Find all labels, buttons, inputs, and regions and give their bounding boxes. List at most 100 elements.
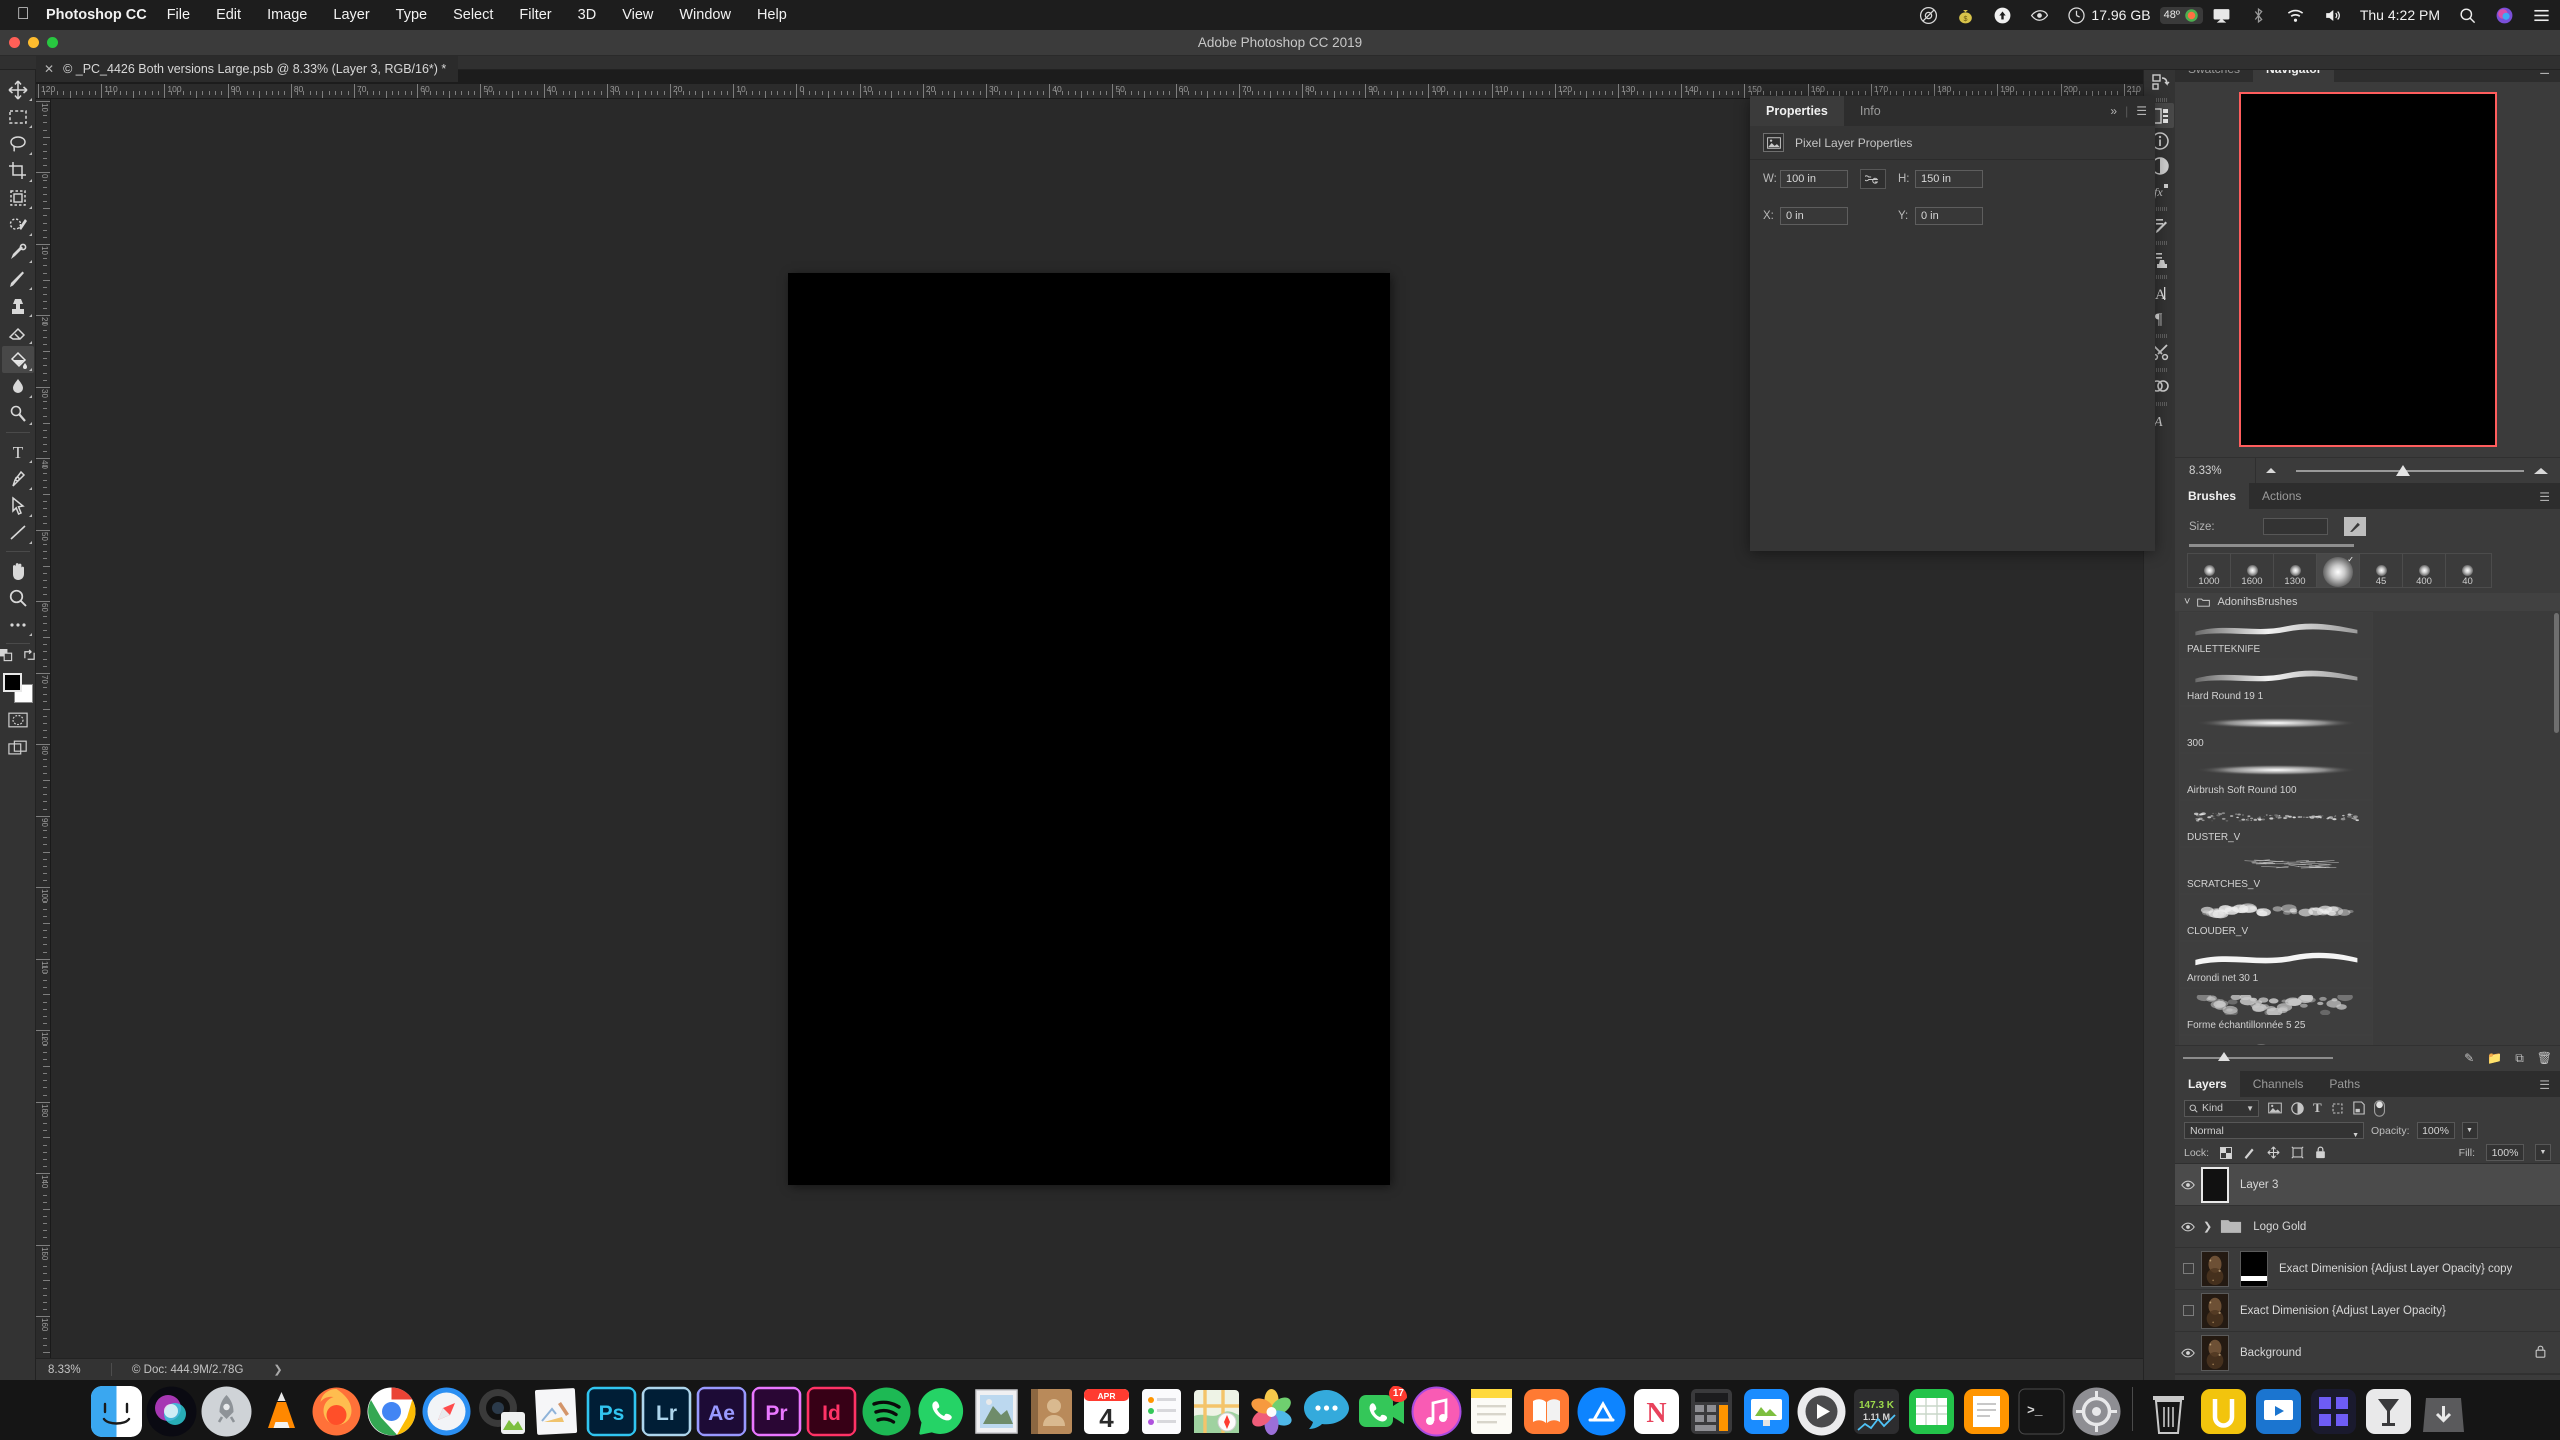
line-tool[interactable]	[2, 519, 34, 546]
dock-item-numbers[interactable]	[1906, 1386, 1957, 1437]
duplicate-icon[interactable]: ⧉	[2515, 1051, 2524, 1066]
x-input[interactable]: 0 in	[1780, 207, 1848, 225]
dock-item-downloads[interactable]	[2418, 1386, 2469, 1437]
panel-menu-icon[interactable]: ☰	[2539, 1078, 2550, 1092]
tab-actions[interactable]: Actions	[2249, 483, 2314, 509]
tool-flyout-corner[interactable]	[29, 395, 32, 398]
layer-name[interactable]: Layer 3	[2240, 1179, 2278, 1191]
dock-item-grid-app[interactable]	[2308, 1386, 2359, 1437]
tool-flyout-corner[interactable]	[29, 368, 32, 371]
dock-item-facetime[interactable]: 17	[1356, 1386, 1407, 1437]
layer-row[interactable]: Exact Dimenision {Adjust Layer Opacity} …	[2175, 1248, 2560, 1290]
dock-item-quicktime[interactable]	[1796, 1386, 1847, 1437]
tool-flyout-corner[interactable]	[29, 233, 32, 236]
spotlight-search-icon[interactable]	[2449, 6, 2486, 25]
filter-shape-icon[interactable]	[2331, 1102, 2344, 1115]
filter-kind-select[interactable]: Kind ▼	[2184, 1100, 2259, 1117]
tab-layers[interactable]: Layers	[2175, 1071, 2240, 1097]
blur-tool[interactable]	[2, 373, 34, 400]
brush-size-slider[interactable]	[2189, 544, 2354, 547]
lock-all-icon[interactable]	[2315, 1146, 2326, 1159]
dock-item-news[interactable]: N	[1631, 1386, 1682, 1437]
tool-flyout-corner[interactable]	[29, 541, 32, 544]
brush-list-item[interactable]: Arrondi net 30 1	[2179, 941, 2373, 988]
tool-flyout-corner[interactable]	[29, 179, 32, 182]
brush-list-item[interactable]: CLOUDER_V	[2179, 894, 2373, 941]
tab-info[interactable]: Info	[1844, 96, 1897, 126]
hand-tool[interactable]	[2, 557, 34, 584]
layer-thumbnail[interactable]	[2201, 1293, 2229, 1329]
menu-item-3d[interactable]: 3D	[565, 7, 610, 23]
foreground-color-swatch[interactable]	[3, 673, 22, 692]
dock-item-photos[interactable]	[1246, 1386, 1297, 1437]
vertical-ruler[interactable]: 1001020304050607080901001101201301401501…	[36, 99, 51, 1418]
zoom-out-icon[interactable]	[2256, 468, 2286, 473]
filter-smart-object-icon[interactable]	[2353, 1101, 2365, 1115]
swap-colors-icon[interactable]	[23, 649, 36, 667]
type-tool[interactable]: T	[2, 438, 34, 465]
dock-item-camera-raw[interactable]	[476, 1386, 527, 1437]
tool-flyout-corner[interactable]	[29, 98, 32, 101]
layer-mask-thumbnail[interactable]	[2240, 1251, 2268, 1287]
disk-usage-icon[interactable]: 17.96 GB	[2058, 6, 2159, 25]
tool-flyout-corner[interactable]	[29, 460, 32, 463]
brush-preset[interactable]: 400	[2403, 554, 2446, 587]
dock-item-contacts[interactable]	[1026, 1386, 1077, 1437]
tool-flyout-corner[interactable]	[29, 314, 32, 317]
brush-list-item[interactable]: Airbrush Soft Round 100	[2179, 753, 2373, 800]
layer-list[interactable]: Layer 3❯Logo GoldExact Dimenision {Adjus…	[2175, 1164, 2560, 1374]
apple-icon[interactable]: 	[0, 5, 46, 25]
brush-list-item[interactable]: 300	[2179, 706, 2373, 753]
brush-list-item[interactable]: DUSTER_V	[2179, 800, 2373, 847]
dock-item-mail[interactable]	[971, 1386, 1022, 1437]
dock-item-maps[interactable]	[1191, 1386, 1242, 1437]
layer-visibility-toggle[interactable]	[2175, 1263, 2201, 1274]
tab-brushes[interactable]: Brushes	[2175, 483, 2249, 509]
layer-thumbnail[interactable]	[2201, 1167, 2229, 1203]
lock-transparent-pixels-icon[interactable]	[2220, 1147, 2232, 1159]
menu-item-help[interactable]: Help	[744, 7, 800, 23]
history-icon[interactable]	[2146, 69, 2174, 94]
double-chevron-icon[interactable]: »	[2110, 104, 2117, 118]
menu-item-select[interactable]: Select	[440, 7, 506, 23]
brush-preset[interactable]: 1000	[2188, 554, 2231, 587]
layer-visibility-checkbox[interactable]	[2183, 1263, 2194, 1274]
move-tool[interactable]	[2, 76, 34, 103]
chevron-down-icon[interactable]: ▼	[2246, 1104, 2254, 1113]
tool-flyout-corner[interactable]	[29, 206, 32, 209]
brush-footer-slider-knob[interactable]	[2218, 1052, 2230, 1061]
layer-row[interactable]: Exact Dimenision {Adjust Layer Opacity}	[2175, 1290, 2560, 1332]
dock-item-safari[interactable]	[421, 1386, 472, 1437]
wifi-icon[interactable]	[2277, 6, 2314, 25]
menu-item-image[interactable]: Image	[254, 7, 320, 23]
tool-flyout-corner[interactable]	[29, 287, 32, 290]
menu-item-window[interactable]: Window	[666, 7, 744, 23]
brush-preset[interactable]: 40	[2446, 554, 2489, 587]
trash-icon[interactable]: 🗑	[2537, 1051, 2552, 1066]
chevron-down-icon[interactable]: ˅	[2184, 596, 2190, 608]
dock-item-system-preferences[interactable]	[2071, 1386, 2122, 1437]
brush-tool[interactable]	[2, 265, 34, 292]
screen-mode-icon[interactable]	[8, 740, 28, 761]
tool-flyout-corner[interactable]	[29, 260, 32, 263]
default-colors-icon[interactable]	[0, 649, 13, 667]
dock-item-firefox[interactable]	[311, 1386, 362, 1437]
dock-item-app-store[interactable]	[1576, 1386, 1627, 1437]
lock-image-pixels-icon[interactable]	[2243, 1146, 2256, 1159]
tool-flyout-corner[interactable]	[29, 125, 32, 128]
tool-flyout-corner[interactable]	[29, 487, 32, 490]
dock-item-itunes[interactable]	[1411, 1386, 1462, 1437]
dock-item-screenflow[interactable]	[2253, 1386, 2304, 1437]
eyedropper-tool[interactable]	[2, 238, 34, 265]
brush-preview-icon[interactable]	[2344, 517, 2366, 536]
dock-item-bartender[interactable]	[2363, 1386, 2414, 1437]
width-input[interactable]: 100 in	[1780, 170, 1848, 188]
close-icon[interactable]: ✕	[44, 62, 54, 76]
rectangular-marquee-tool[interactable]	[2, 103, 34, 130]
menu-item-type[interactable]: Type	[383, 7, 440, 23]
airplay-icon[interactable]	[2203, 6, 2240, 25]
paint-bucket-tool[interactable]	[2, 346, 34, 373]
properties-panel[interactable]: Properties Info » | ☰ Pixel Layer Proper…	[1750, 96, 2155, 551]
status-zoom-level[interactable]: 8.33%	[36, 1364, 111, 1376]
edit-toolbar-button[interactable]	[2, 611, 34, 638]
